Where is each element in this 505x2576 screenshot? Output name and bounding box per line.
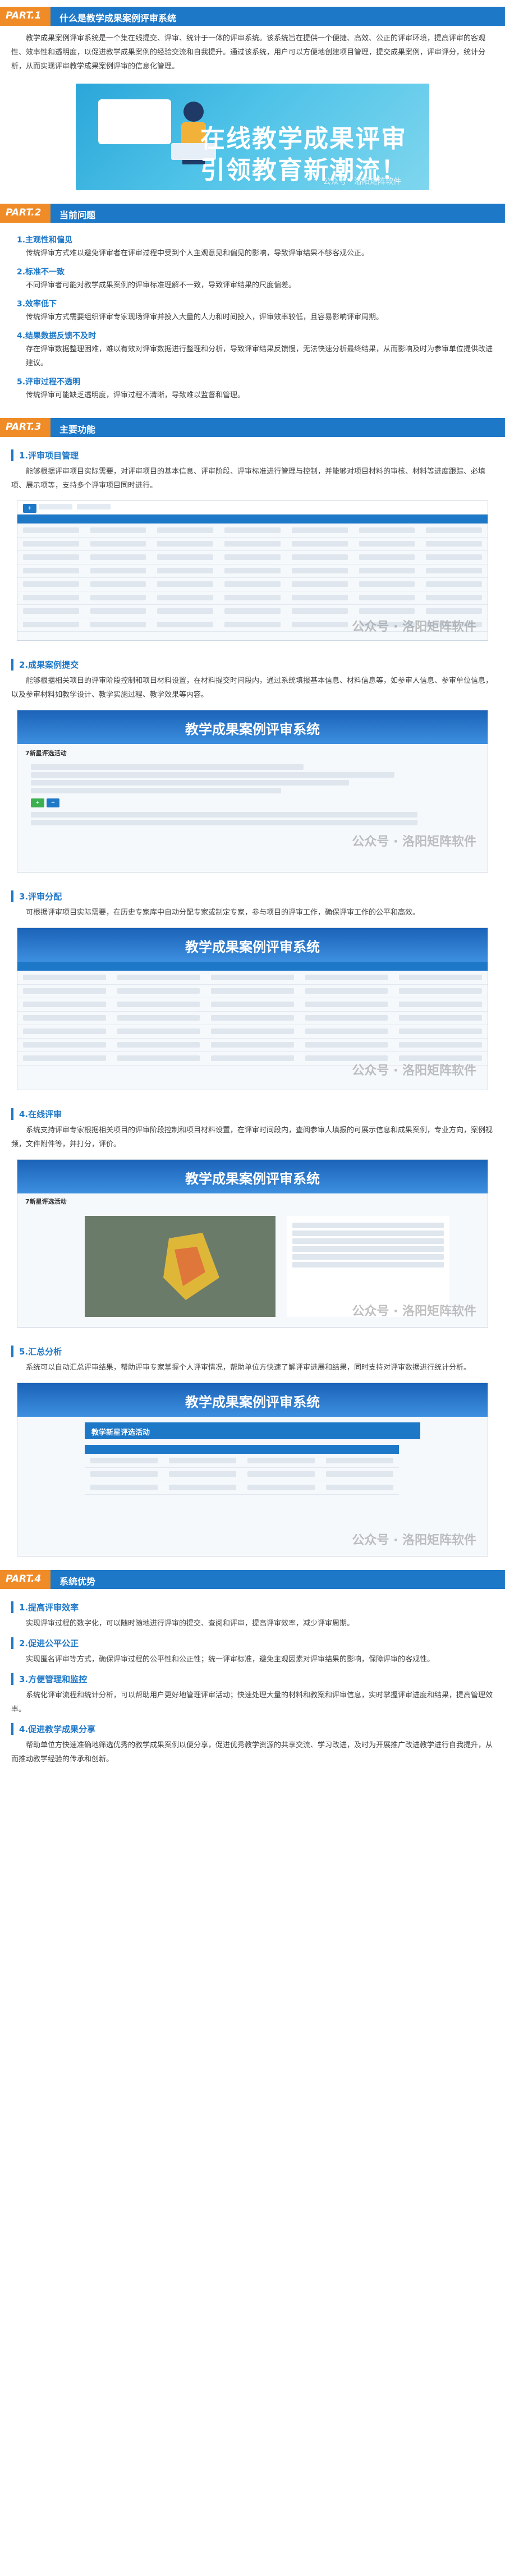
feature-review-assignment: 3.评审分配 可根据评审项目实际需要，在历史专家库中自动分配专家或制定专家，参与… [0, 878, 505, 922]
part3-tag: PART.3 [0, 418, 50, 437]
feature-project-management: 1.评审项目管理 能够根据评审项目实际需要，对评审项目的基本信息、评审阶段、评审… [0, 437, 505, 495]
screenshot-watermark: 公众号 · 洛阳矩阵软件 [352, 835, 476, 849]
advantage-heading: 1.提高评审效率 [11, 1601, 494, 1613]
screenshot-table [17, 962, 488, 1066]
part1-title: 什么是教学成果案例评审系统 [59, 13, 177, 24]
problem-item: 5.评审过程不透明 传统评审可能缺乏透明度，评审过程不清晰，导致难以监督和管理。 [11, 376, 494, 402]
advantage-heading: 4.促进教学成果分享 [11, 1723, 494, 1735]
feature-text: 能够根据评审项目实际需要，对评审项目的基本信息、评审阶段、评审标准进行管理与控制… [11, 467, 486, 490]
part4-header: PART.4 系统优势 [0, 1570, 505, 1589]
feature-text: 可根据评审项目实际需要，在历史专家库中自动分配专家或制定专家，参与项目的评审工作… [26, 908, 420, 917]
problem-text: 传统评审可能缺乏透明度，评审过程不清晰，导致难以监督和管理。 [26, 391, 245, 400]
screenshot-add-button: + [23, 504, 36, 513]
problem-heading: 5.评审过程不透明 [17, 378, 81, 387]
advantage-text: 实现评审过程的数字化，可以随时随地进行评审的提交、查阅和评审，提高评审效率，减少… [26, 1619, 355, 1628]
screenshot-activity-title: 7新星评选活动 [25, 1198, 67, 1205]
screenshot-system-title: 教学成果案例评审系统 [17, 710, 488, 744]
article: PART.1 什么是教学成果案例评审系统 教学成果案例评审系统是一个集在线提交、… [0, 7, 505, 1791]
screenshot-activity-banner: 教学新星评选活动 [85, 1422, 420, 1439]
screenshot-system-title: 教学成果案例评审系统 [17, 1383, 488, 1417]
screenshot-watermark: 公众号 · 洛阳矩阵软件 [352, 620, 476, 634]
screenshot-assignment: 教学成果案例评审系统 公众号 · 洛阳矩阵软件 [17, 927, 488, 1090]
part4-tag: PART.4 [0, 1570, 50, 1589]
feature-text: 系统可以自动汇总评审结果，帮助评审专家掌握个人评审情况，帮助单位方快速了解评审进… [26, 1363, 471, 1372]
advantage-item: 3.方便管理和监控 系统化评审流程和统计分析，可以帮助用户更好地管理评审活动；快… [11, 1673, 494, 1716]
feature-heading: 2.成果案例提交 [11, 659, 494, 671]
screenshot-system-title: 教学成果案例评审系统 [17, 928, 488, 962]
screenshot-toolbar: + [17, 501, 488, 515]
part2-tag: PART.2 [0, 204, 50, 223]
problem-item: 2.标准不一致 不同评审者可能对教学成果案例的评审标准理解不一致，导致评审结果的… [11, 266, 494, 292]
feature-heading: 3.评审分配 [11, 890, 494, 902]
advantage-text: 实现匿名评审等方式，确保评审过程的公平性和公正性；统一评审标准，避免主观因素对评… [26, 1655, 435, 1664]
map-overlay-graphic [163, 1233, 219, 1300]
problem-text: 传统评审方式难以避免评审者在评审过程中受到个人主观意见和偏见的影响，导致评审结果… [26, 249, 369, 258]
advantage-text: 帮助单位方快速准确地筛选优秀的教学成果案例以便分享，促进优秀教学资源的共享交流、… [11, 1741, 493, 1764]
part4-title: 系统优势 [59, 1576, 96, 1587]
screenshot-online-review: 教学成果案例评审系统 7新星评选活动 公众号 · 洛阳矩阵软件 [17, 1159, 488, 1328]
feature-heading: 1.评审项目管理 [11, 449, 494, 461]
problem-text: 不同评审者可能对教学成果案例的评审标准理解不一致，导致评审结果的尺度偏差。 [26, 281, 296, 290]
banner-image: 在线教学成果评审 引领教育新潮流！ 公众号 · 洛阳矩阵软件 [76, 84, 429, 190]
feature-heading: 5.汇总分析 [11, 1346, 494, 1357]
screenshot-table [85, 1445, 399, 1495]
screenshot-watermark: 公众号 · 洛阳矩阵软件 [352, 1064, 476, 1078]
feature-text: 能够根据相关项目的评审阶段控制和项目材料设置，在材料提交时间段内，通过系统填报基… [11, 677, 493, 699]
problem-heading: 1.主观性和偏见 [17, 236, 73, 245]
part3-header: PART.3 主要功能 [0, 418, 505, 437]
problem-item: 4.结果数据反馈不及时 存在评审数据整理困难，难以有效对评审数据进行整理和分析，… [11, 330, 494, 370]
feature-summary-analysis: 5.汇总分析 系统可以自动汇总评审结果，帮助评审专家掌握个人评审情况，帮助单位方… [0, 1333, 505, 1377]
screenshot-blue-button: + [46, 798, 60, 807]
advantage-item: 4.促进教学成果分享 帮助单位方快速准确地筛选优秀的教学成果案例以便分享，促进优… [11, 1723, 494, 1766]
problem-heading: 4.结果数据反馈不及时 [17, 332, 97, 341]
screenshot-table [17, 515, 488, 632]
banner-watermark: 公众号 · 洛阳矩阵软件 [323, 177, 401, 186]
screenshot-summary: 教学成果案例评审系统 教学新星评选活动 公众号 · 洛阳矩阵软件 [17, 1383, 488, 1556]
advantage-heading: 2.促进公平公正 [11, 1637, 494, 1649]
advantage-item: 2.促进公平公正 实现匿名评审等方式，确保评审过程的公平性和公正性；统一评审标准… [11, 1637, 494, 1666]
part3-title: 主要功能 [59, 424, 96, 435]
problem-item: 3.效率低下 传统评审方式需要组织评审专家现场评审并投入大量的人力和时间投入，评… [11, 298, 494, 324]
screenshot-project-list: + 公众号 · 洛阳矩阵软件 [17, 500, 488, 641]
feature-heading: 4.在线评审 [11, 1108, 494, 1120]
screenshot-map-image [85, 1216, 276, 1317]
screenshot-watermark: 公众号 · 洛阳矩阵软件 [352, 1533, 476, 1548]
problem-heading: 3.效率低下 [17, 300, 57, 309]
problem-text: 存在评审数据整理困难，难以有效对评审数据进行整理和分析，导致评审结果反馈慢，无法… [26, 345, 493, 368]
feature-case-submission: 2.成果案例提交 能够根据相关项目的评审阶段控制和项目材料设置，在材料提交时间段… [0, 646, 505, 704]
banner-title-line1: 在线教学成果评审 [200, 125, 407, 153]
advantage-item: 1.提高评审效率 实现评审过程的数字化，可以随时随地进行评审的提交、查阅和评审，… [11, 1601, 494, 1631]
problems-list: 1.主观性和偏见 传统评审方式难以避免评审者在评审过程中受到个人主观意见和偏见的… [0, 223, 505, 405]
advantage-heading: 3.方便管理和监控 [11, 1673, 494, 1685]
screenshot-green-button: + [31, 798, 44, 807]
part1-paragraph: 教学成果案例评审系统是一个集在线提交、评审、统计于一体的评审系统。该系统旨在提供… [11, 34, 486, 71]
problem-item: 1.主观性和偏见 传统评审方式难以避免评审者在评审过程中受到个人主观意见和偏见的… [11, 234, 494, 260]
part2-header: PART.2 当前问题 [0, 204, 505, 223]
screenshot-system-title: 教学成果案例评审系统 [17, 1160, 488, 1193]
advantage-text: 系统化评审流程和统计分析，可以帮助用户更好地管理评审活动；快速处理大量的材料和教… [11, 1691, 493, 1714]
screenshot-activity-title: 7新星评选活动 [25, 750, 67, 757]
screenshot-submission-form: 教学成果案例评审系统 7新星评选活动 + + 公众号 · 洛阳矩阵软件 [17, 710, 488, 873]
problem-heading: 2.标准不一致 [17, 268, 65, 277]
feature-online-review: 4.在线评审 系统支持评审专家根据相关项目的评审阶段控制和项目材料设置，在评审时… [0, 1096, 505, 1154]
part1-header: PART.1 什么是教学成果案例评审系统 [0, 7, 505, 26]
screenshot-watermark: 公众号 · 洛阳矩阵软件 [352, 1305, 476, 1319]
part2-title: 当前问题 [59, 210, 96, 221]
problem-text: 传统评审方式需要组织评审专家现场评审并投入大量的人力和时间投入，评审效率较低，且… [26, 313, 384, 322]
advantages-list: 1.提高评审效率 实现评审过程的数字化，可以随时随地进行评审的提交、查阅和评审，… [0, 1589, 505, 1769]
feature-text: 系统支持评审专家根据相关项目的评审阶段控制和项目材料设置，在评审时间段内，查阅参… [11, 1126, 493, 1149]
part1-tag: PART.1 [0, 7, 50, 26]
